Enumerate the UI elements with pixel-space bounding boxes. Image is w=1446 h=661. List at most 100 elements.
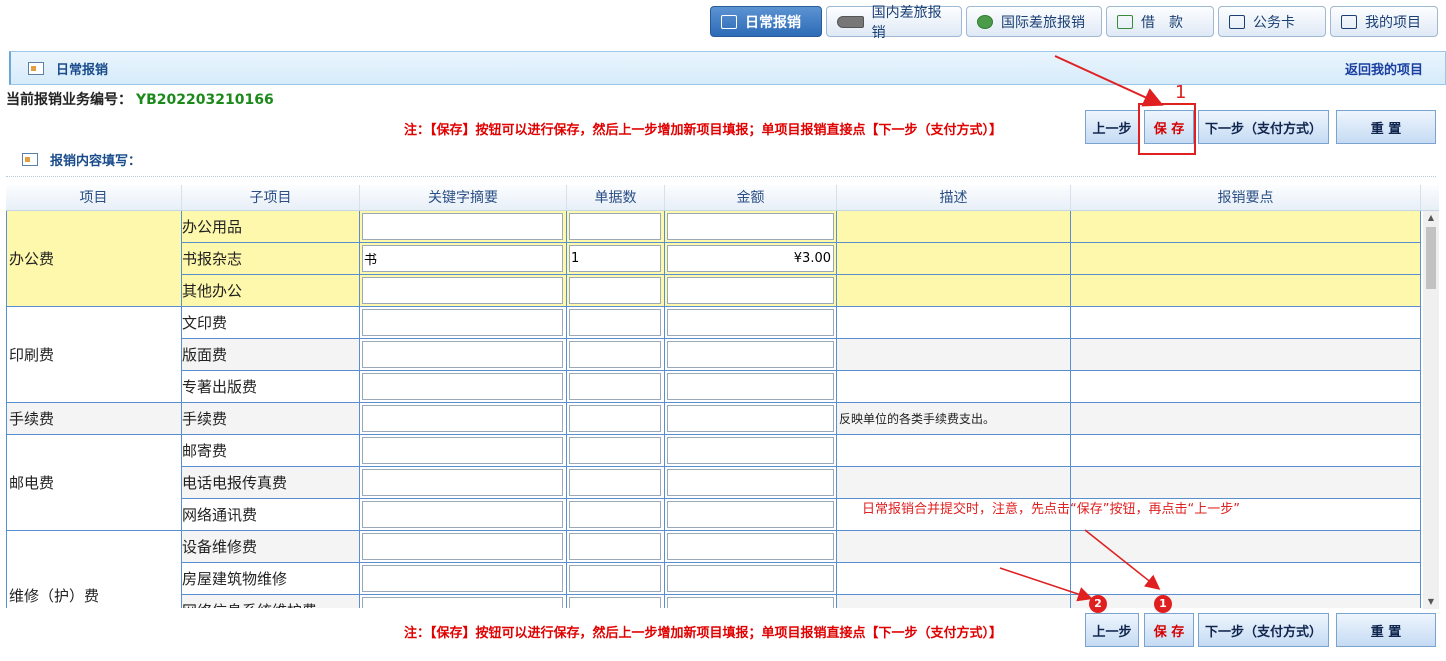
key-points-cell (1071, 307, 1421, 339)
amount-input[interactable] (667, 341, 834, 368)
count-input[interactable] (569, 565, 661, 592)
count-input[interactable] (569, 597, 661, 608)
keyword-cell (360, 403, 567, 435)
description-cell (837, 435, 1071, 467)
amount-cell (665, 563, 837, 595)
count-input[interactable] (569, 213, 661, 240)
subitem-cell: 书报杂志 (182, 243, 360, 275)
scroll-thumb[interactable] (1426, 227, 1436, 289)
business-number-label: 当前报销业务编号： (6, 92, 132, 108)
count-input[interactable] (569, 437, 661, 464)
subitem-cell: 邮寄费 (182, 435, 360, 467)
tab-my-projects[interactable]: 我的项目 (1330, 6, 1438, 37)
keyword-input[interactable] (362, 405, 563, 432)
keyword-input[interactable] (362, 277, 563, 304)
next-payment-button[interactable]: 下一步（支付方式） (1198, 110, 1329, 144)
annotation-number: 1 (1175, 82, 1187, 103)
count-input[interactable] (569, 501, 661, 528)
header-subitem: 子项目 (182, 185, 360, 210)
tab-domestic-travel[interactable]: 国内差旅报销 (826, 5, 962, 41)
tab-loan[interactable]: 借 款 (1106, 6, 1214, 37)
annotation-highlight-box (1138, 103, 1196, 155)
count-input[interactable] (569, 405, 661, 432)
prev-button[interactable]: 上一步 (1085, 110, 1139, 144)
keyword-cell (360, 339, 567, 371)
next-payment-button-bottom[interactable]: 下一步（支付方式） (1198, 613, 1329, 647)
document-icon (28, 61, 44, 75)
table-scrollbar[interactable]: ▲ ▼ (1423, 211, 1439, 609)
back-to-my-projects-link[interactable]: 返回我的项目 (1345, 59, 1423, 78)
count-cell (567, 371, 665, 403)
scroll-down-icon[interactable]: ▼ (1423, 595, 1439, 609)
keyword-cell (360, 275, 567, 307)
amount-input[interactable] (667, 245, 834, 272)
header-key-points: 报销要点 (1071, 185, 1421, 210)
count-input[interactable] (569, 533, 661, 560)
amount-input[interactable] (667, 565, 834, 592)
reset-button-bottom[interactable]: 重 置 (1336, 613, 1436, 647)
save-button-bottom[interactable]: 保 存 (1144, 613, 1194, 647)
keyword-input[interactable] (362, 309, 563, 336)
keyword-cell (360, 243, 567, 275)
keyword-input[interactable] (362, 533, 563, 560)
keyword-input[interactable] (362, 597, 563, 608)
count-input[interactable] (569, 469, 661, 496)
amount-cell (665, 339, 837, 371)
table-row: 其他办公 (182, 275, 1421, 307)
section-title: 日常报销 (56, 62, 109, 78)
keyword-input[interactable] (362, 565, 563, 592)
table-row: 文印费 (182, 307, 1421, 339)
subitem-cell: 专著出版费 (182, 371, 360, 403)
amount-cell (665, 499, 837, 531)
amount-cell (665, 211, 837, 243)
count-cell (567, 467, 665, 499)
amount-cell (665, 403, 837, 435)
amount-input[interactable] (667, 373, 834, 400)
count-cell (567, 403, 665, 435)
key-points-cell (1071, 339, 1421, 371)
amount-input[interactable] (667, 309, 834, 336)
key-points-cell (1071, 243, 1421, 275)
reset-button[interactable]: 重 置 (1336, 110, 1436, 144)
fill-section-label: 报销内容填写： (50, 154, 142, 169)
description-cell (837, 243, 1071, 275)
header-amount: 金额 (665, 185, 837, 210)
subitem-cell: 房屋建筑物维修 (182, 563, 360, 595)
count-input[interactable] (569, 245, 661, 272)
keyword-input[interactable] (362, 501, 563, 528)
amount-input[interactable] (667, 405, 834, 432)
description-cell: 反映单位的各类手续费支出。 (837, 403, 1071, 435)
amount-input[interactable] (667, 213, 834, 240)
tab-international-travel[interactable]: 国际差旅报销 (966, 6, 1102, 37)
count-input[interactable] (569, 341, 661, 368)
amount-input[interactable] (667, 469, 834, 496)
amount-input[interactable] (667, 533, 834, 560)
keyword-input[interactable] (362, 341, 563, 368)
keyword-input[interactable] (362, 245, 563, 272)
scroll-up-icon[interactable]: ▲ (1423, 211, 1439, 225)
divider (6, 176, 1436, 177)
keyword-input[interactable] (362, 213, 563, 240)
count-input[interactable] (569, 309, 661, 336)
category-office: 办公费 (6, 211, 182, 307)
table-row: 网络信息系统维护费 (182, 595, 1421, 608)
count-input[interactable] (569, 277, 661, 304)
prev-button-bottom[interactable]: 上一步 (1085, 613, 1139, 647)
table-row: 手续费 反映单位的各类手续费支出。 (182, 403, 1421, 435)
keyword-input[interactable] (362, 469, 563, 496)
header-description: 描述 (837, 185, 1071, 210)
count-input[interactable] (569, 373, 661, 400)
amount-input[interactable] (667, 597, 834, 608)
amount-input[interactable] (667, 501, 834, 528)
list-icon (1341, 14, 1357, 29)
table-row: 书报杂志 (182, 243, 1421, 275)
tab-official-card[interactable]: 公务卡 (1218, 6, 1326, 37)
tab-daily-reimbursement[interactable]: 日常报销 (710, 6, 822, 37)
amount-input[interactable] (667, 437, 834, 464)
keyword-input[interactable] (362, 437, 563, 464)
keyword-input[interactable] (362, 373, 563, 400)
description-cell (837, 563, 1071, 595)
amount-cell (665, 595, 837, 608)
globe-icon (977, 14, 993, 29)
amount-input[interactable] (667, 277, 834, 304)
